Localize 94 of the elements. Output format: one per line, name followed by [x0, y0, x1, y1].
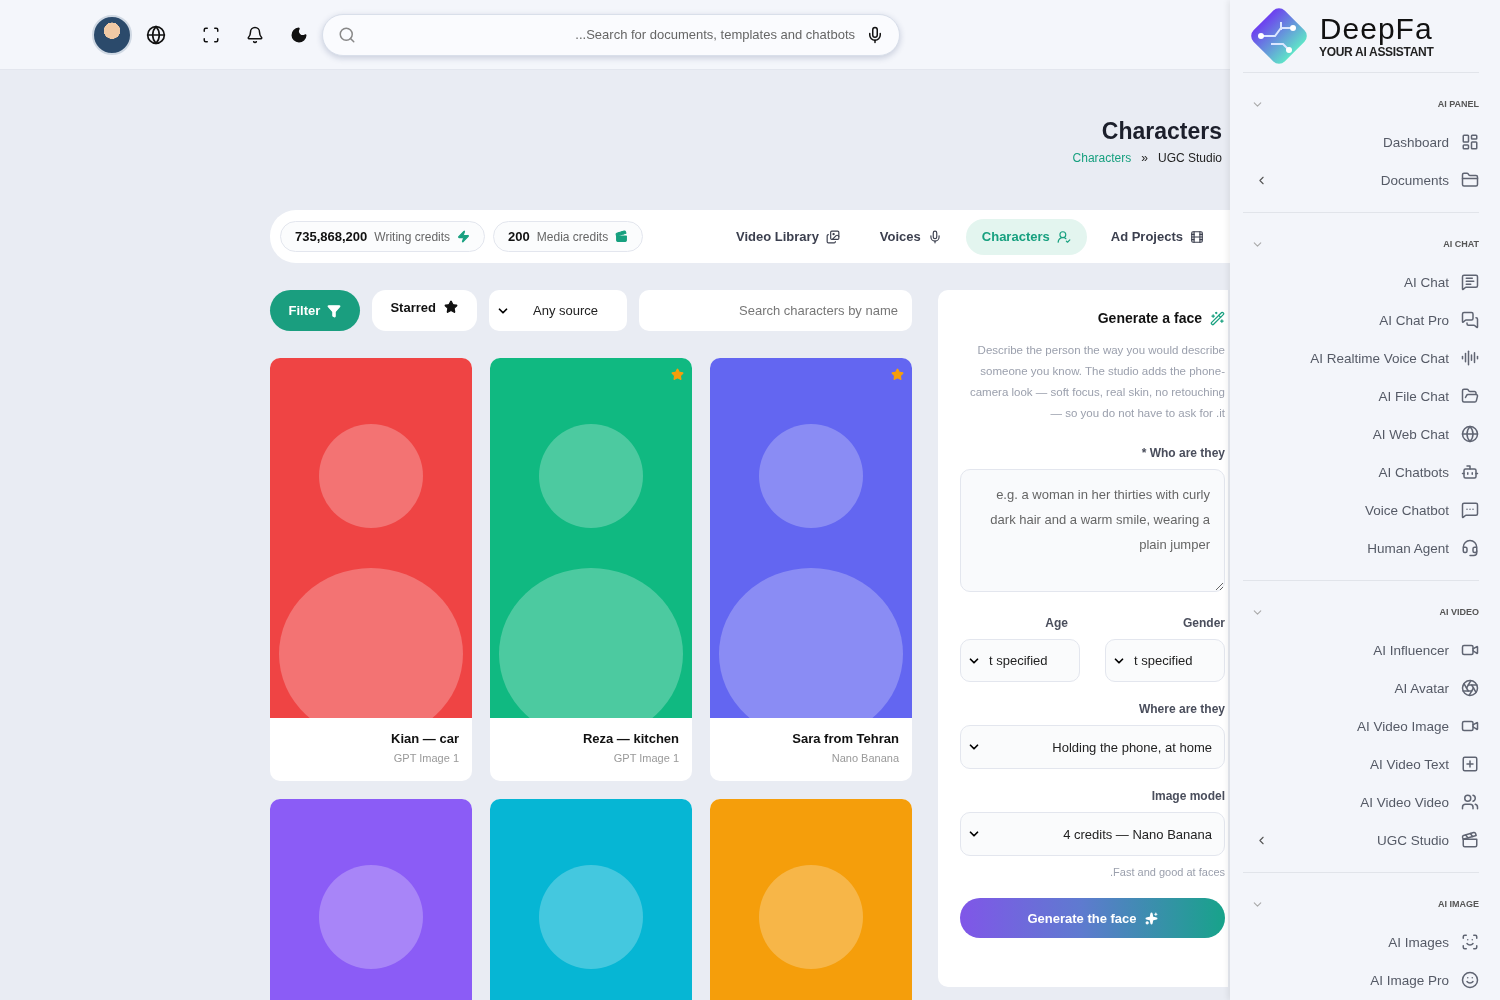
filter-icon — [327, 303, 342, 318]
field-label: Gender — [1182, 616, 1225, 630]
field-label: Image model — [1150, 789, 1225, 803]
field-label: * Who are they — [1140, 446, 1225, 460]
menu-icon — [1461, 831, 1479, 849]
location-select[interactable]: Holding the phone, at home — [960, 725, 1225, 769]
sidebar-item[interactable]: AI Image Pro — [1243, 961, 1479, 999]
character-card[interactable]: Reza — kitchen GPT Image 1 — [490, 358, 692, 781]
magic-wand-icon — [1210, 310, 1225, 326]
search-field[interactable]: ...Search for documents, templates and chatbots — [322, 13, 900, 56]
sidebar-item[interactable]: Voice Chatbot — [1243, 491, 1479, 529]
menu-icon — [1461, 793, 1479, 811]
tab[interactable]: Voices — [863, 218, 958, 255]
section-title: AI PANEL — [1437, 99, 1479, 109]
sidebar-item[interactable]: AI Influencer — [1243, 631, 1479, 669]
sidebar-item[interactable]: AI Web Chat — [1243, 415, 1479, 453]
generate-button[interactable]: Generate the face — [960, 898, 1225, 938]
menu-icon — [1461, 425, 1479, 443]
section-title: AI VIDEO — [1439, 607, 1479, 617]
tab[interactable]: Ad Projects — [1094, 218, 1220, 255]
bolt-icon — [457, 230, 471, 243]
description-field[interactable]: e.g. a woman in her thirties with curly dark hair and a warm smile, wearing a plain jumper — [960, 469, 1225, 592]
menu-icon — [1461, 933, 1479, 951]
menu-icon — [1461, 755, 1479, 773]
star-icon[interactable] — [671, 368, 684, 381]
field-label: Where are they — [1137, 702, 1225, 716]
moon-icon[interactable] — [290, 25, 308, 44]
menu-icon — [1461, 273, 1479, 291]
hint-text: .Fast and good at faces — [1109, 866, 1225, 878]
breadcrumb-text: » — [1141, 151, 1148, 165]
sidebar-item[interactable]: AI Chatbots — [1243, 453, 1479, 491]
section-title: AI IMAGE — [1438, 899, 1479, 909]
star-icon[interactable] — [891, 368, 904, 381]
menu-icon — [1461, 971, 1479, 989]
user-icon — [1056, 229, 1071, 244]
search-field[interactable]: Search characters by name — [638, 290, 912, 331]
star-icon — [443, 300, 458, 314]
menu-icon — [1461, 171, 1479, 189]
microphone-icon — [927, 229, 942, 244]
character-name: Reza — kitchen — [582, 731, 679, 746]
page-title: Characters — [1101, 118, 1222, 145]
sparkles-icon — [1144, 911, 1158, 925]
menu-icon — [1461, 539, 1479, 557]
age-select[interactable]: t specified — [960, 639, 1080, 682]
film-icon — [1190, 229, 1204, 244]
globe-icon[interactable] — [146, 24, 166, 45]
sidebar-item[interactable]: AI Avatar — [1243, 669, 1479, 707]
sidebar-item[interactable]: UGC Studio — [1243, 821, 1479, 859]
logo-tagline: YOUR AI ASSISTANT — [1319, 45, 1434, 59]
breadcrumb-text: UGC Studio — [1157, 151, 1222, 165]
model-name: Nano Banana — [831, 752, 899, 764]
model-name: GPT Image 1 — [613, 752, 679, 764]
menu-icon — [1461, 133, 1479, 151]
clapperboard-icon — [615, 230, 629, 243]
panel-title: Generate a face — [1097, 310, 1202, 326]
character-name: Sara from Tehran — [792, 731, 899, 746]
sidebar-item[interactable]: Dashboard — [1243, 123, 1479, 161]
credits-badge: 200 Media credits — [493, 221, 644, 252]
character-card[interactable]: Kian — car GPT Image 1 — [270, 358, 472, 781]
source-select[interactable]: Any source — [488, 290, 627, 331]
sidebar-item[interactable]: AI Video Text — [1243, 745, 1479, 783]
fullscreen-icon[interactable] — [202, 25, 220, 44]
menu-icon — [1461, 679, 1479, 697]
starred-button[interactable]: Starred — [371, 290, 477, 331]
menu-icon — [1461, 463, 1479, 481]
search-icon — [338, 25, 356, 44]
sidebar-item[interactable]: AI Images — [1243, 923, 1479, 961]
description-text: Describe the person the way you would describe someone you know. The studio adds the phone-camera look — soft focus, real skin, no retouching — so you do not have to ask for .it — [968, 343, 1225, 421]
sidebar-item[interactable]: Documents — [1243, 161, 1479, 199]
logo-name: DeepFa — [1319, 13, 1433, 45]
credits-badge: 735,868,200 Writing credits — [280, 221, 486, 252]
menu-icon — [1461, 387, 1479, 405]
field-label: Age — [1044, 616, 1068, 630]
model-name: GPT Image 1 — [393, 752, 459, 764]
sidebar-item[interactable]: AI Realtime Voice Chat — [1243, 339, 1479, 377]
images-icon — [825, 229, 840, 244]
menu-icon — [1461, 311, 1479, 329]
microphone-icon[interactable] — [866, 25, 884, 44]
character-card[interactable]: Sara from Tehran Nano Banana — [710, 358, 912, 781]
character-name: Kian — car — [391, 731, 459, 746]
menu-icon — [1461, 501, 1479, 519]
sidebar-item[interactable]: AI File Chat — [1243, 377, 1479, 415]
sidebar-item[interactable]: AI Video Video — [1243, 783, 1479, 821]
user-avatar[interactable] — [92, 14, 132, 55]
menu-icon — [1461, 349, 1479, 367]
sidebar-item[interactable]: AI Chat — [1243, 263, 1479, 301]
sidebar-item[interactable]: AI Video Image — [1243, 707, 1479, 745]
model-select[interactable]: 4 credits — Nano Banana — [960, 812, 1225, 856]
sidebar-item[interactable]: Human Agent — [1243, 529, 1479, 567]
notifications-icon[interactable] — [246, 25, 264, 44]
sidebar-item[interactable]: AI Chat Pro — [1243, 301, 1479, 339]
tab[interactable]: Video Library — [720, 218, 856, 255]
section-title: AI CHAT — [1443, 239, 1479, 249]
gender-select[interactable]: t specified — [1105, 639, 1225, 682]
